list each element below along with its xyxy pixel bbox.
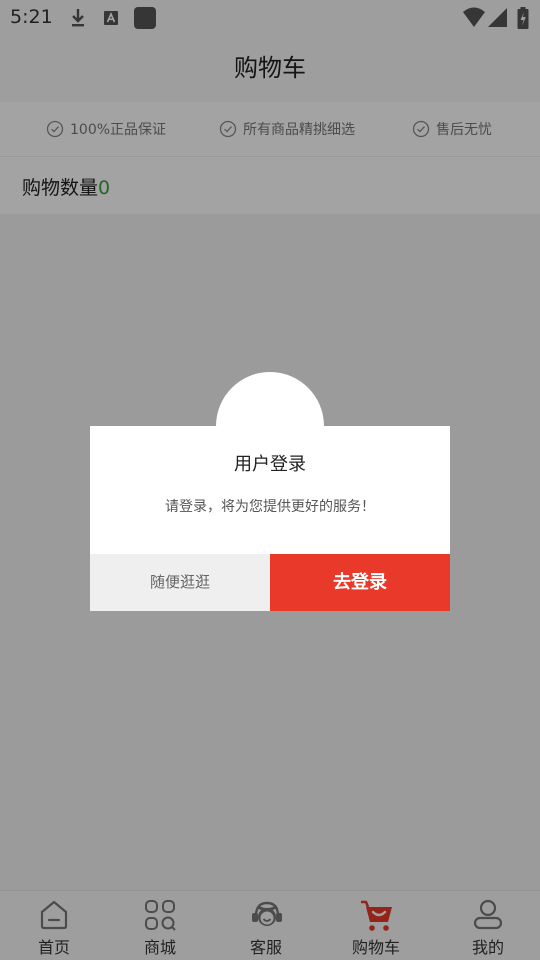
browse-button[interactable]: 随便逛逛: [90, 554, 270, 611]
login-button[interactable]: 去登录: [270, 554, 450, 611]
login-dialog: 用户登录 请登录，将为您提供更好的服务！ 随便逛逛 去登录: [90, 426, 450, 611]
dialog-message: 请登录，将为您提供更好的服务！: [165, 499, 375, 515]
dialog-title: 用户登录: [234, 454, 306, 475]
